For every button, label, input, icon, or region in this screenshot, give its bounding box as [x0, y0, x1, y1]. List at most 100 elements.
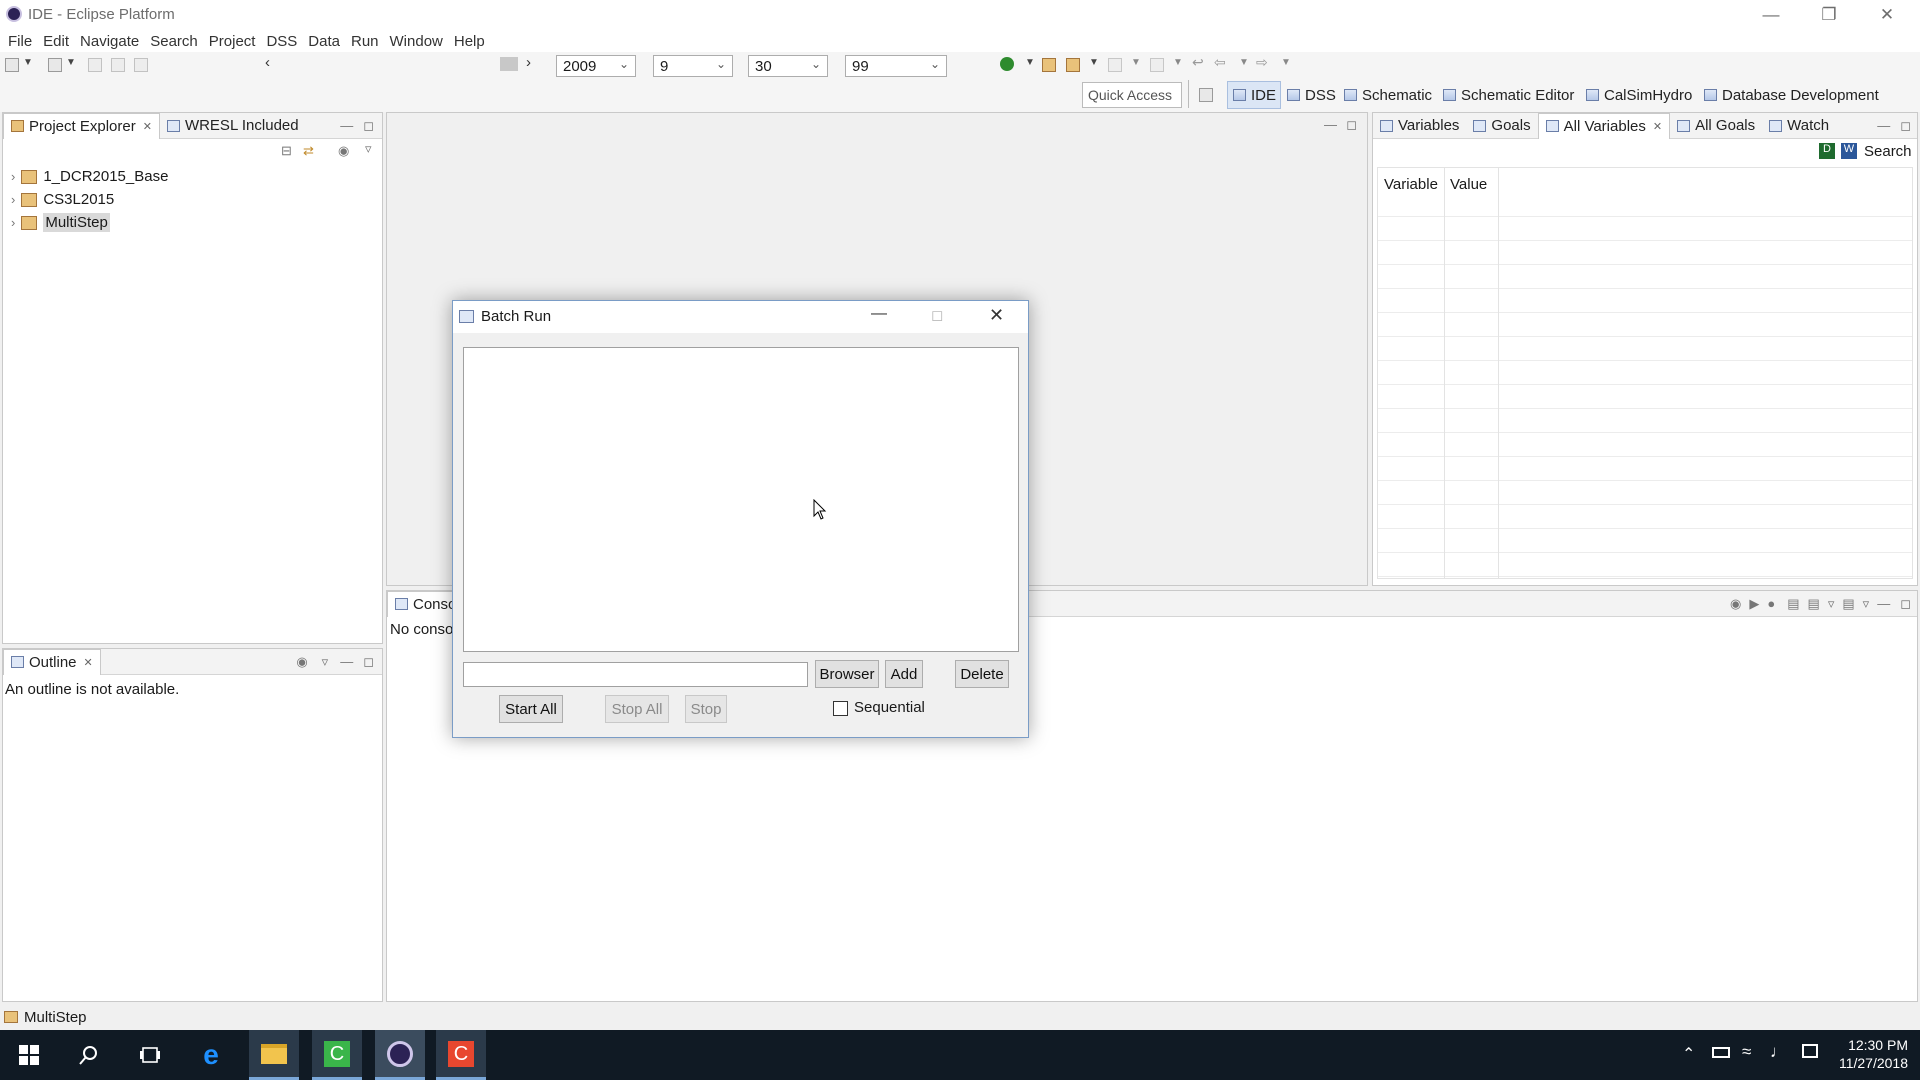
menu-data[interactable]: Data: [304, 30, 347, 52]
close-tab-icon[interactable]: ✕: [84, 656, 93, 669]
save-all-icon[interactable]: [111, 58, 125, 72]
start-all-button[interactable]: Start All: [499, 695, 563, 723]
menu-window[interactable]: Window: [386, 30, 450, 52]
close-tab-icon[interactable]: ✕: [1653, 120, 1662, 133]
tab-all-goals[interactable]: All Goals: [1670, 113, 1762, 139]
perspective-database-development[interactable]: Database Development: [1704, 84, 1879, 106]
tab-project-explorer[interactable]: Project Explorer ✕: [3, 112, 160, 139]
forward-icon[interactable]: ⇨: [1256, 54, 1268, 71]
prev-annotation-icon[interactable]: [1150, 58, 1164, 72]
maximize-view-icon[interactable]: ◻: [1900, 118, 1911, 134]
minimize-view-icon[interactable]: —: [1877, 596, 1890, 611]
console-view-icon[interactable]: ▤: [1808, 596, 1820, 612]
search-tool-dropdown-icon[interactable]: ▼: [1089, 57, 1099, 68]
back-dropdown-icon[interactable]: ▼: [1239, 57, 1249, 68]
perspective-ide[interactable]: IDE: [1233, 84, 1276, 106]
sequential-checkbox[interactable]: [833, 701, 848, 716]
back-icon[interactable]: ⇦: [1214, 54, 1226, 71]
dialog-close-button[interactable]: ✕: [989, 305, 1004, 326]
close-button[interactable]: ✕: [1858, 0, 1916, 30]
new-project-icon[interactable]: [48, 58, 62, 72]
new-dropdown-icon[interactable]: ▼: [23, 57, 33, 68]
volume-icon[interactable]: ♩: [1770, 1042, 1787, 1062]
edge-browser-icon[interactable]: e: [186, 1030, 236, 1080]
eclipse-taskbar-icon[interactable]: [375, 1030, 425, 1080]
menu-run[interactable]: Run: [347, 30, 386, 52]
minimize-view-icon[interactable]: —: [340, 654, 353, 669]
search-button[interactable]: Search: [1864, 143, 1912, 160]
maximize-view-icon[interactable]: ◻: [363, 654, 374, 670]
file-explorer-icon[interactable]: [249, 1030, 299, 1080]
tab-variables[interactable]: Variables: [1373, 113, 1466, 139]
new-console-icon[interactable]: ▤: [1842, 596, 1854, 612]
pin-console-icon[interactable]: ◉: [1730, 596, 1741, 612]
menu-file[interactable]: File: [4, 30, 39, 52]
scroll-left-icon[interactable]: ‹: [265, 54, 270, 71]
chevron-right-icon[interactable]: ›: [11, 215, 15, 230]
new-icon[interactable]: [5, 58, 19, 72]
word-icon[interactable]: W: [1841, 143, 1857, 159]
add-button[interactable]: Add: [885, 660, 923, 688]
open-console-icon[interactable]: ▤: [1787, 596, 1799, 612]
dialog-maximize-button[interactable]: ◻: [931, 306, 943, 324]
minimize-button[interactable]: —: [1742, 0, 1800, 30]
menu-search[interactable]: Search: [146, 30, 205, 52]
run-dropdown-icon[interactable]: ▼: [1025, 57, 1035, 68]
browser-button[interactable]: Browser: [815, 660, 879, 688]
month-combo[interactable]: 9 ⌄: [653, 55, 733, 77]
search-tool-icon[interactable]: [1066, 58, 1080, 72]
camtasia-red-icon[interactable]: C: [436, 1030, 486, 1080]
menu-edit[interactable]: Edit: [39, 30, 76, 52]
maximize-view-icon[interactable]: ◻: [1346, 117, 1357, 133]
link-with-editor-icon[interactable]: ⇄: [303, 143, 314, 159]
menu-dss[interactable]: DSS: [262, 30, 304, 52]
maximize-view-icon[interactable]: ◻: [1900, 596, 1911, 612]
scroll-right-icon[interactable]: ›: [526, 54, 531, 71]
delete-button[interactable]: Delete: [955, 660, 1009, 688]
focus-icon[interactable]: ◉: [296, 654, 307, 670]
new-project-dropdown-icon[interactable]: ▼: [66, 57, 76, 68]
view-menu-icon[interactable]: ▿: [1828, 596, 1835, 612]
save-icon[interactable]: [88, 58, 102, 72]
batch-file-input[interactable]: [463, 662, 808, 687]
view-menu-icon[interactable]: ▿: [365, 141, 372, 157]
next-annotation-icon[interactable]: [1108, 58, 1122, 72]
camtasia-green-icon[interactable]: C: [312, 1030, 362, 1080]
menu-navigate[interactable]: Navigate: [76, 30, 146, 52]
collapse-all-icon[interactable]: ⊟: [281, 143, 292, 159]
tree-item[interactable]: › CS3L2015: [11, 188, 382, 211]
year-combo[interactable]: 2009 ⌄: [556, 55, 636, 77]
print-icon[interactable]: [134, 58, 148, 72]
chevron-right-icon[interactable]: ›: [11, 192, 15, 207]
tab-all-variables[interactable]: All Variables ✕: [1537, 112, 1671, 139]
minimize-view-icon[interactable]: —: [340, 118, 353, 133]
dialog-minimize-button[interactable]: —: [871, 305, 887, 323]
notifications-icon[interactable]: [1802, 1044, 1818, 1058]
maximize-view-icon[interactable]: ◻: [363, 118, 374, 134]
focus-icon[interactable]: ◉: [338, 143, 349, 159]
stop-all-button[interactable]: Stop All: [605, 695, 669, 723]
start-button[interactable]: [4, 1030, 54, 1080]
last-edit-icon[interactable]: ↩: [1192, 54, 1204, 71]
terminate-icon[interactable]: ●: [1767, 596, 1775, 611]
run-icon[interactable]: [1000, 57, 1014, 71]
minimize-view-icon[interactable]: —: [1877, 118, 1890, 133]
tree-item-selected[interactable]: › MultiStep: [11, 211, 382, 234]
task-view-button[interactable]: [125, 1030, 175, 1080]
restore-button[interactable]: ❐: [1800, 0, 1858, 30]
close-tab-icon[interactable]: ✕: [143, 120, 152, 133]
view-menu-icon[interactable]: ▿: [322, 654, 329, 670]
tab-outline[interactable]: Outline ✕: [3, 648, 101, 675]
prev-annotation-dropdown-icon[interactable]: ▼: [1173, 57, 1183, 68]
perspective-calsimhydro[interactable]: CalSimHydro: [1586, 84, 1692, 106]
chevron-right-icon[interactable]: ›: [11, 169, 15, 184]
tab-goals[interactable]: Goals: [1466, 113, 1537, 139]
open-perspective-icon[interactable]: [1199, 88, 1213, 102]
tree-item[interactable]: › 1_DCR2015_Base: [11, 165, 382, 188]
batch-file-list[interactable]: [463, 347, 1019, 652]
column-header-variable[interactable]: Variable: [1384, 176, 1438, 193]
period-combo[interactable]: 99 ⌄: [845, 55, 947, 77]
day-combo[interactable]: 30 ⌄: [748, 55, 828, 77]
show-hidden-icons-icon[interactable]: ⌃: [1682, 1044, 1695, 1064]
menu-project[interactable]: Project: [205, 30, 263, 52]
